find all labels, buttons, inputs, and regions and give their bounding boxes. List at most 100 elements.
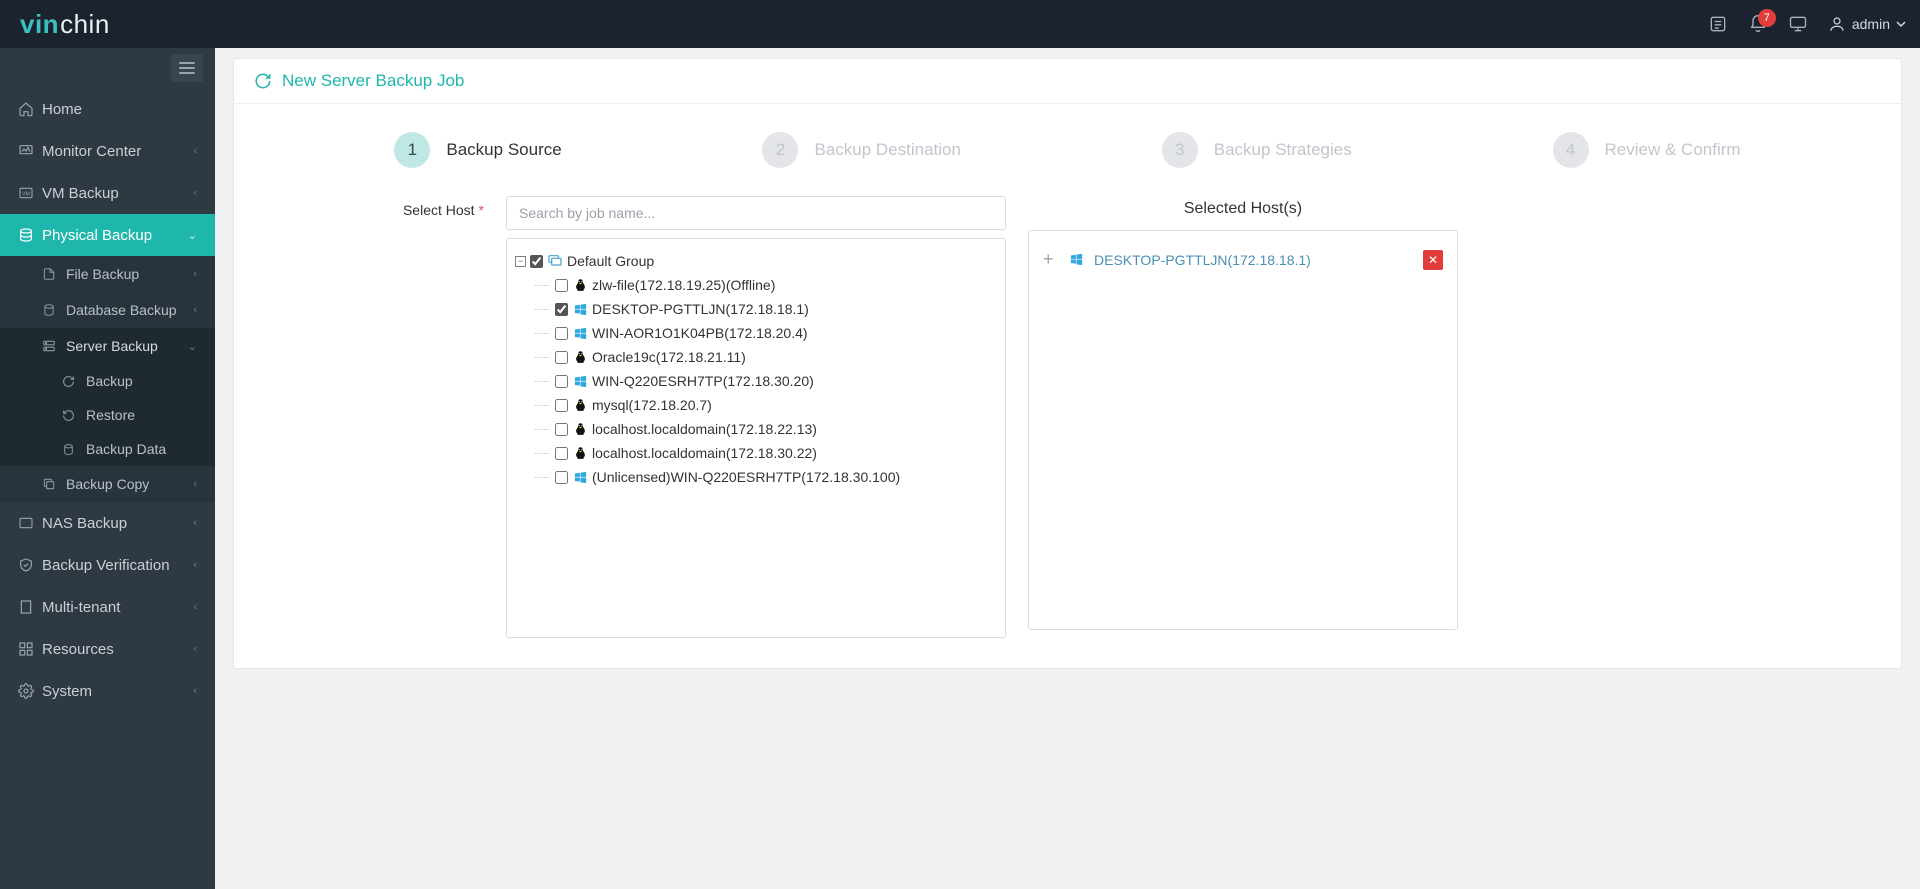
sidebar-item-physical[interactable]: Physical Backup ⌄ [0,214,215,256]
sidebar-item-label: Home [42,101,197,118]
windows-icon [572,301,588,317]
host-checkbox[interactable] [555,303,568,316]
windows-icon [572,373,588,389]
host-checkbox[interactable] [555,447,568,460]
sidebar-item-label: VM Backup [42,185,193,202]
step-label: Backup Destination [814,140,960,160]
tree-host-row[interactable]: WIN-Q220ESRH7TP(172.18.30.20) [541,369,997,393]
tree-host-row[interactable]: (Unlicensed)WIN-Q220ESRH7TP(172.18.30.10… [541,465,997,489]
gear-icon [18,683,42,699]
monitor-icon [18,143,42,159]
brand-part1: vin [20,9,59,40]
copy-icon [42,477,66,491]
chevron-down-icon: ⌄ [188,229,197,242]
refresh-icon[interactable] [254,72,272,90]
expand-icon[interactable]: + [1043,249,1059,270]
linux-icon [572,349,588,365]
host-checkbox[interactable] [555,327,568,340]
database-icon [42,303,66,317]
step-label: Backup Strategies [1214,140,1352,160]
tree-host-row[interactable]: DESKTOP-PGTTLJN(172.18.18.1) [541,297,997,321]
host-checkbox[interactable] [555,423,568,436]
page-title: New Server Backup Job [282,71,464,91]
tree-host-row[interactable]: mysql(172.18.20.7) [541,393,997,417]
shield-check-icon [18,557,42,573]
tree-host-row[interactable]: zlw-file(172.18.19.25)(Offline) [541,273,997,297]
main-content: New Server Backup Job 1 Backup Source 2 B… [215,48,1920,889]
wizard-step[interactable]: 4 Review & Confirm [1553,132,1741,168]
sidebar-item-label: Physical Backup [42,227,188,244]
host-checkbox[interactable] [555,279,568,292]
remove-button[interactable]: ✕ [1423,250,1443,270]
tree-host-row[interactable]: localhost.localdomain(172.18.30.22) [541,441,997,465]
chevron-down-icon: ⌄ [188,340,197,353]
tree-group-row[interactable]: − Default Group [515,249,997,273]
sidebar-item-res[interactable]: Resources ‹ [0,628,215,670]
step-label: Backup Source [446,140,561,160]
sidebar-item-sys[interactable]: System ‹ [0,670,215,712]
tree-collapse-icon[interactable]: − [515,256,526,267]
selected-host-label[interactable]: DESKTOP-PGTTLJN(172.18.18.1) [1094,252,1413,268]
server-icon [42,339,66,353]
sidebar-item-backup-data[interactable]: Backup Data [0,432,215,466]
host-name: DESKTOP-PGTTLJN(172.18.18.1) [592,298,809,320]
tree-host-row[interactable]: WIN-AOR1O1K04PB(172.18.20.4) [541,321,997,345]
sidebar-item-label: Backup [86,373,197,389]
windows-icon [572,325,588,341]
sidebar-item-label: Restore [86,407,197,423]
host-tree: − Default Group zlw-file(172.18.19.25)(O… [506,238,1006,638]
sidebar-item-label: Backup Copy [66,476,193,492]
select-host-label: Select Host* [284,196,484,638]
chevron-left-icon: ‹ [193,145,197,157]
sidebar-item-database-backup[interactable]: Database Backup ‹ [0,292,215,328]
brand-logo: vin chin [20,9,110,40]
sidebar-item-backup-copy[interactable]: Backup Copy ‹ [0,466,215,502]
chevron-left-icon: ‹ [193,478,197,490]
sidebar-item-file-backup[interactable]: File Backup ‹ [0,256,215,292]
chevron-left-icon: ‹ [193,268,197,280]
group-name: Default Group [567,250,654,272]
linux-icon [572,421,588,437]
notification-bell-icon[interactable]: 7 [1738,4,1778,44]
host-checkbox[interactable] [555,351,568,364]
tree-host-row[interactable]: Oracle19c(172.18.21.11) [541,345,997,369]
group-checkbox[interactable] [530,255,543,268]
windows-icon [572,469,588,485]
vm-icon: VM [18,185,42,201]
sidebar-item-verify[interactable]: Backup Verification ‹ [0,544,215,586]
task-queue-icon[interactable] [1698,4,1738,44]
host-name: WIN-AOR1O1K04PB(172.18.20.4) [592,322,808,344]
grid-icon [18,641,42,657]
sidebar-item-monitor[interactable]: Monitor Center ‹ [0,130,215,172]
sidebar-item-nas[interactable]: NAS Backup ‹ [0,502,215,544]
windows-icon [1069,252,1084,267]
data-icon [62,443,86,456]
chevron-down-icon [1896,19,1906,29]
selected-host-row: + DESKTOP-PGTTLJN(172.18.18.1) ✕ [1043,245,1443,274]
chevron-left-icon: ‹ [193,685,197,697]
sidebar-item-backup[interactable]: Backup [0,364,215,398]
linux-icon [572,445,588,461]
sidebar-item-label: System [42,683,193,700]
sidebar-item-restore[interactable]: Restore [0,398,215,432]
restore-icon [62,409,86,422]
sidebar-item-server-backup[interactable]: Server Backup ⌄ [0,328,215,364]
display-icon[interactable] [1778,4,1818,44]
host-checkbox[interactable] [555,471,568,484]
sidebar-item-multi[interactable]: Multi-tenant ‹ [0,586,215,628]
sidebar-item-vm[interactable]: VM VM Backup ‹ [0,172,215,214]
host-checkbox[interactable] [555,399,568,412]
sidebar-collapse-button[interactable] [171,54,203,82]
wizard-step[interactable]: 2 Backup Destination [762,132,960,168]
refresh-icon [62,375,86,388]
wizard-step[interactable]: 3 Backup Strategies [1162,132,1352,168]
wizard-step[interactable]: 1 Backup Source [394,132,561,168]
tree-host-row[interactable]: localhost.localdomain(172.18.22.13) [541,417,997,441]
host-checkbox[interactable] [555,375,568,388]
search-input[interactable] [506,196,1006,230]
sidebar-item-home[interactable]: Home [0,88,215,130]
selected-hosts-title: Selected Host(s) [1028,200,1458,218]
user-menu[interactable]: admin [1828,15,1906,33]
host-name: mysql(172.18.20.7) [592,394,712,416]
brand-part2: chin [60,9,110,40]
